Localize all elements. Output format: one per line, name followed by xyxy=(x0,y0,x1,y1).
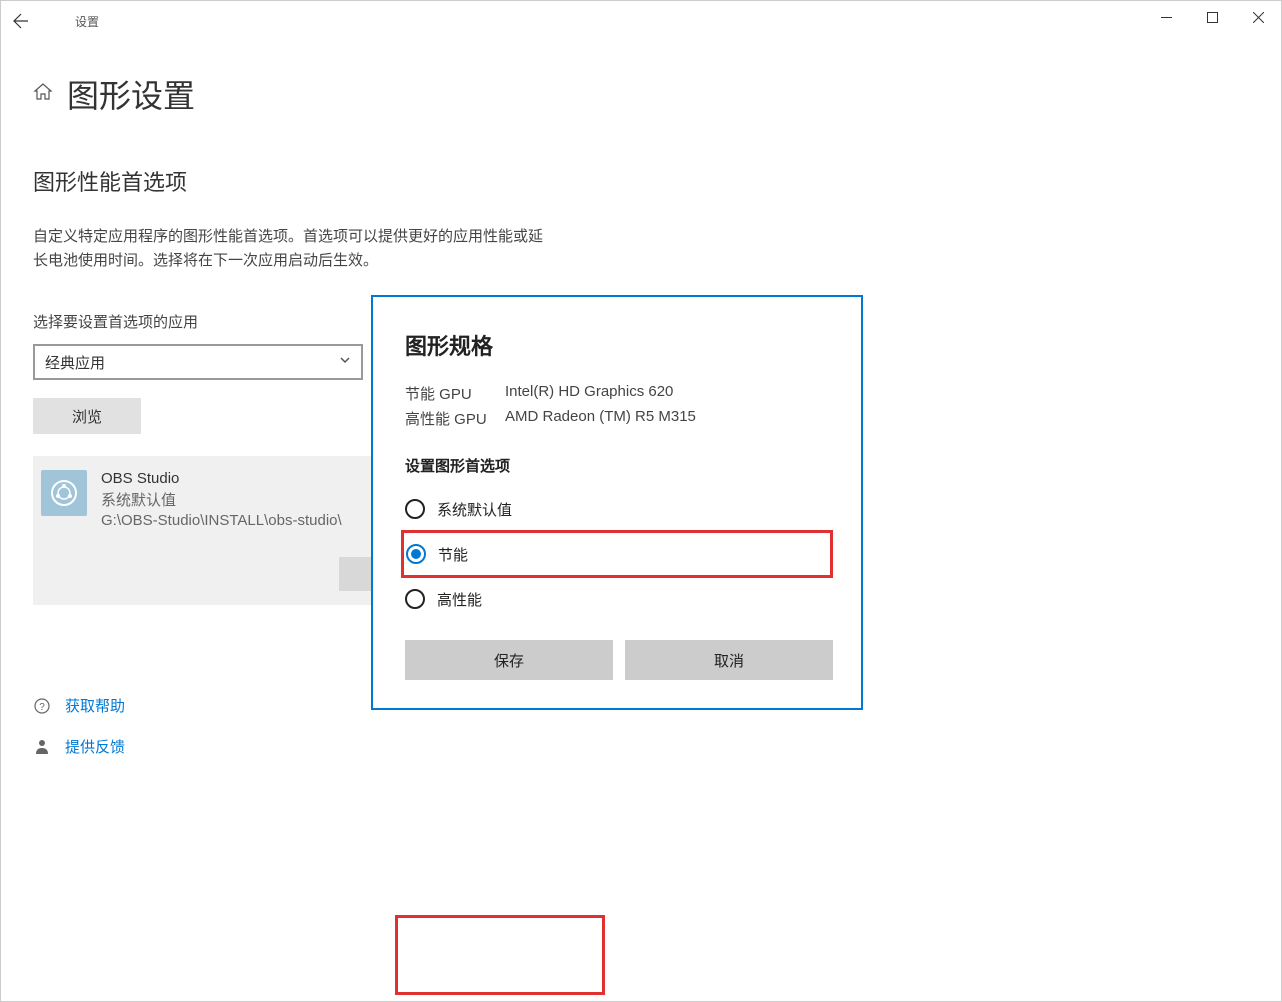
description: 自定义特定应用程序的图形性能首选项。首选项可以提供更好的应用性能或延长电池使用时… xyxy=(33,225,553,273)
radio-power-save[interactable]: 节能 xyxy=(406,535,780,573)
page-header: 图形设置 xyxy=(33,71,1249,117)
radio-label: 节能 xyxy=(438,544,468,565)
section-title: 图形性能首选项 xyxy=(33,165,1249,197)
feedback-icon xyxy=(33,738,51,756)
graphics-spec-dialog: 图形规格 节能 GPU Intel(R) HD Graphics 620 高性能… xyxy=(371,295,863,710)
back-button[interactable] xyxy=(1,1,41,41)
help-text: 获取帮助 xyxy=(65,695,125,716)
cancel-button[interactable]: 取消 xyxy=(625,640,833,680)
power-save-gpu-label: 节能 GPU xyxy=(405,383,505,404)
power-save-gpu-value: Intel(R) HD Graphics 620 xyxy=(505,383,673,404)
radio-circle-icon xyxy=(405,589,425,609)
radio-label: 高性能 xyxy=(437,589,482,610)
maximize-button[interactable] xyxy=(1189,1,1235,33)
close-button[interactable] xyxy=(1235,1,1281,33)
high-perf-gpu-label: 高性能 GPU xyxy=(405,408,505,429)
arrow-left-icon xyxy=(13,13,29,29)
home-icon[interactable] xyxy=(33,82,53,107)
power-save-gpu-row: 节能 GPU Intel(R) HD Graphics 620 xyxy=(405,383,833,404)
highlight-annotation xyxy=(395,915,605,995)
close-icon xyxy=(1253,12,1264,23)
radio-system-default[interactable]: 系统默认值 xyxy=(405,490,833,528)
svg-text:?: ? xyxy=(39,702,45,713)
app-type-dropdown[interactable]: 经典应用 xyxy=(33,344,363,380)
app-icon xyxy=(41,470,87,516)
help-icon: ? xyxy=(33,697,51,715)
titlebar: 设置 xyxy=(1,1,1281,41)
browse-button[interactable]: 浏览 xyxy=(33,398,141,434)
window-controls xyxy=(1143,1,1281,33)
feedback-text: 提供反馈 xyxy=(65,736,125,757)
feedback-link[interactable]: 提供反馈 xyxy=(33,736,1249,757)
dropdown-value: 经典应用 xyxy=(45,352,105,373)
radio-circle-icon xyxy=(406,544,426,564)
high-perf-gpu-row: 高性能 GPU AMD Radeon (TM) R5 M315 xyxy=(405,408,833,429)
minimize-icon xyxy=(1161,12,1172,23)
maximize-icon xyxy=(1207,12,1218,23)
radio-label: 系统默认值 xyxy=(437,499,512,520)
radio-group: 系统默认值 节能 高性能 xyxy=(405,490,833,618)
window-title: 设置 xyxy=(75,13,99,30)
page-title: 图形设置 xyxy=(67,71,195,117)
chevron-down-icon xyxy=(339,353,351,371)
save-button[interactable]: 保存 xyxy=(405,640,613,680)
minimize-button[interactable] xyxy=(1143,1,1189,33)
high-perf-gpu-value: AMD Radeon (TM) R5 M315 xyxy=(505,408,696,429)
highlight-annotation: 节能 xyxy=(401,530,833,578)
radio-circle-icon xyxy=(405,499,425,519)
dialog-title: 图形规格 xyxy=(405,329,833,361)
dialog-subtitle: 设置图形首选项 xyxy=(405,455,833,476)
radio-high-performance[interactable]: 高性能 xyxy=(405,580,833,618)
dialog-buttons: 保存 取消 xyxy=(405,640,833,680)
